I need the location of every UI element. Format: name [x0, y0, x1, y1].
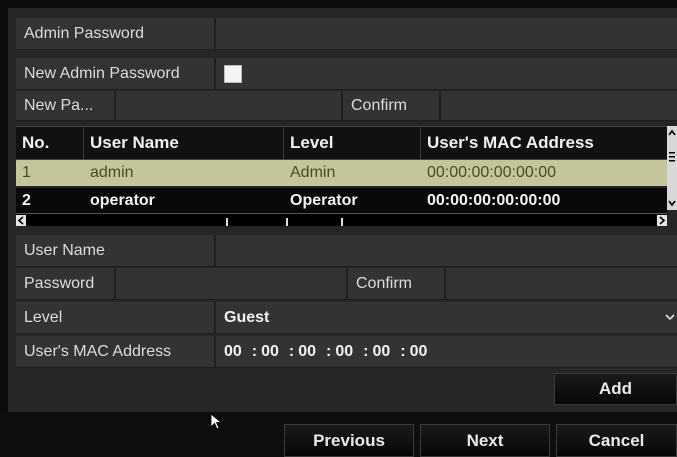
user-name-row: User Name [16, 235, 677, 267]
mac-separator: : [363, 342, 369, 360]
column-mac: User's MAC Address [427, 133, 594, 152]
mac-separator: : [288, 342, 295, 360]
confirm-input[interactable] [446, 268, 677, 299]
cell-level: Operator [290, 192, 358, 209]
scrollbar-arrows-icon [668, 129, 676, 207]
cell-mac: 00:00:00:00:00:00 [427, 164, 557, 181]
mac-octet[interactable]: 00 [261, 343, 279, 361]
table-vertical-scrollbar[interactable] [667, 126, 677, 210]
column-level: Level [284, 127, 421, 159]
new-password-input[interactable] [116, 91, 341, 120]
mac-octet[interactable]: 00 [224, 343, 242, 361]
table-horizontal-scrollbar[interactable] [16, 213, 667, 226]
scrollbar-arrows-icon [16, 215, 667, 226]
level-select-value: Guest [224, 308, 270, 326]
chevron-down-icon [665, 314, 675, 321]
admin-password-label: Admin Password [16, 18, 216, 49]
level-row: Level Guest [16, 302, 677, 334]
mac-octet[interactable]: 00 [298, 343, 316, 361]
cell-no: 2 [22, 192, 31, 209]
next-button[interactable]: Next [420, 424, 550, 457]
mac-octet[interactable]: 00 [410, 343, 428, 361]
level-select[interactable]: Guest [216, 302, 677, 333]
mac-octet[interactable]: 00 [335, 343, 353, 361]
cell-user-name: admin [90, 164, 134, 181]
table-row[interactable]: 2 operator Operator 00:00:00:00:00:00 [16, 188, 667, 214]
new-admin-password-checkbox[interactable] [224, 64, 242, 83]
confirm-label: Confirm [346, 268, 446, 299]
cancel-button[interactable]: Cancel [556, 424, 677, 457]
confirm-password-input[interactable] [441, 91, 677, 120]
cell-level: Admin [290, 164, 336, 181]
new-password-confirm-row: New Pa... Confirm [16, 91, 677, 121]
user-name-label: User Name [16, 235, 216, 266]
user-name-input[interactable] [216, 235, 677, 266]
admin-password-field[interactable] [216, 18, 677, 49]
mac-address-input[interactable]: 00 : 00 : 00 : 00 : 00 : 00 [216, 336, 677, 367]
password-input[interactable] [116, 268, 346, 299]
add-button[interactable]: Add [554, 373, 677, 405]
mac-separator: : [251, 342, 258, 360]
column-no: No. [16, 127, 84, 159]
table-row[interactable]: 1 admin Admin 00:00:00:00:00:00 [16, 160, 667, 186]
confirm-label: Confirm [341, 91, 441, 120]
cell-no: 1 [22, 164, 31, 181]
mac-row: User's MAC Address 00 : 00 : 00 : 00 : 0… [16, 336, 677, 368]
new-admin-password-label: New Admin Password [16, 58, 216, 89]
mac-separator: : [400, 342, 406, 360]
new-admin-password-row: New Admin Password [16, 58, 677, 90]
previous-button[interactable]: Previous [284, 424, 414, 457]
new-admin-password-cell [216, 58, 316, 89]
mac-separator: : [326, 342, 332, 360]
admin-password-row: Admin Password [16, 18, 677, 50]
cell-user-name: operator [90, 192, 155, 209]
mac-label: User's MAC Address [16, 336, 216, 367]
password-row: Password Confirm [16, 268, 677, 300]
column-user-name: User Name [84, 127, 284, 159]
mouse-cursor-icon [210, 413, 222, 430]
mac-octet[interactable]: 00 [373, 343, 391, 361]
level-label: Level [16, 302, 216, 333]
cell-mac: 00:00:00:00:00:00 [427, 192, 561, 209]
password-label: Password [16, 268, 116, 299]
users-table-header: No. User Name Level User's MAC Address [16, 126, 667, 160]
new-password-label: New Pa... [16, 91, 116, 120]
